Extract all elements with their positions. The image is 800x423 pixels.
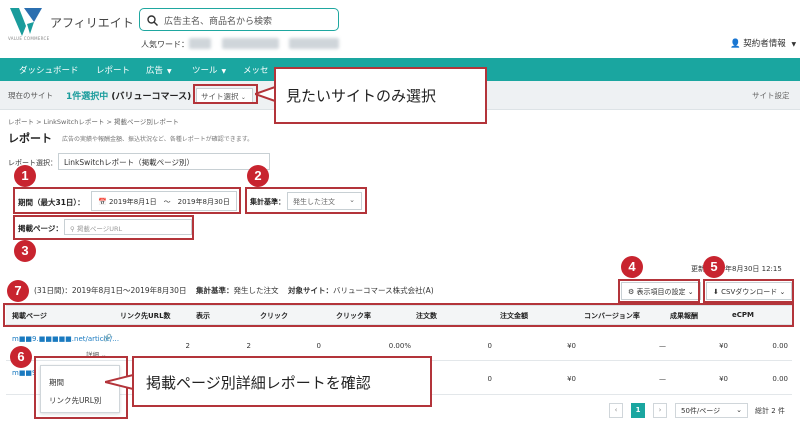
annotation-box-csv — [703, 279, 794, 303]
cell-links: 2 — [185, 342, 190, 350]
nav-ads[interactable]: 広告 ▼ — [146, 64, 172, 76]
report-select-label: レポート選択： — [8, 159, 57, 167]
search-placeholder: 広告主名、商品名から検索 — [164, 17, 273, 27]
cell-reward: ¥0 — [719, 375, 728, 383]
page-title: レポート — [8, 132, 52, 145]
pagination-page-1[interactable]: 1 — [631, 403, 645, 418]
link-icon[interactable]: 🔗 — [103, 334, 112, 342]
cell-ecpm: 0.00 — [772, 375, 788, 383]
pagination-next[interactable]: › — [653, 403, 667, 418]
account-label: 契約者情報 — [743, 39, 786, 49]
chevron-down-icon: ▼ — [791, 41, 797, 48]
badge-1: 1 — [14, 165, 36, 187]
callout-arrow — [105, 374, 134, 390]
page-url-link[interactable]: m■■9 — [12, 369, 37, 377]
cell-orders: 0 — [487, 342, 492, 350]
callout-site-select: 見たいサイトのみ選択 — [274, 67, 487, 124]
nav-dashboard[interactable]: ダッシュボード — [19, 64, 79, 76]
callout-detail: 掲載ページ別詳細レポートを確認 — [132, 356, 432, 407]
cell-ecpm: 0.00 — [772, 342, 788, 350]
badge-2: 2 — [247, 165, 269, 187]
current-site-label: 現在のサイト — [8, 91, 53, 100]
app-title: アフィリエイト — [50, 16, 134, 30]
popular-word-2[interactable] — [222, 38, 279, 49]
cell-reward: ¥0 — [719, 342, 728, 350]
user-icon: 👤 — [730, 39, 741, 49]
popular-word-3[interactable] — [289, 38, 339, 49]
annotation-box-period — [13, 187, 241, 214]
annotation-box-columns — [618, 279, 700, 303]
breadcrumb[interactable]: レポート > LinkSwitchレポート > 掲載ページ別レポート — [8, 116, 179, 126]
annotation-box-table-header — [3, 303, 794, 327]
search-box[interactable]: 広告主名、商品名から検索 — [139, 8, 339, 31]
cell-cvr: — — [659, 375, 666, 383]
cell-amount: ¥0 — [567, 375, 576, 383]
pagination-prev[interactable]: ‹ — [609, 403, 623, 418]
badge-7: 7 — [7, 280, 29, 302]
chevron-down-icon: ▼ — [167, 68, 172, 75]
nav-messages[interactable]: メッセ — [243, 64, 269, 76]
popular-words-label: 人気ワード： — [141, 40, 189, 49]
nav-report[interactable]: レポート — [96, 64, 130, 76]
nav-tools[interactable]: ツール ▼ — [192, 64, 226, 76]
annotation-box-site-select — [193, 84, 258, 104]
popular-word-1[interactable] — [189, 38, 211, 49]
search-icon — [147, 15, 158, 26]
per-page-select[interactable]: 50件/ページ ⌄ — [675, 403, 748, 418]
badge-3: 3 — [14, 240, 36, 262]
chevron-down-icon: ▼ — [221, 68, 227, 75]
valuecommerce-logo[interactable] — [10, 8, 42, 36]
badge-4: 4 — [621, 256, 643, 278]
annotation-box-page — [13, 215, 194, 240]
cell-amount: ¥0 — [567, 342, 576, 350]
total-count: 総計 2 件 — [755, 407, 785, 415]
logo-subtitle: VALUE COMMERCE — [8, 36, 50, 41]
badge-5: 5 — [703, 256, 725, 278]
summary-line: (31日間)：2019年8月1日〜2019年8月30日 集計基準：発生した注文 … — [34, 286, 434, 295]
badge-6: 6 — [10, 346, 32, 368]
report-select[interactable]: LinkSwitchレポート（掲載ページ別） — [58, 153, 270, 170]
account-menu[interactable]: 👤 契約者情報 ▼ — [730, 37, 796, 49]
site-settings-link[interactable]: サイト設定 — [752, 90, 790, 101]
selected-site: 1件選択中 (バリューコマース) — [66, 92, 192, 102]
cell-impressions: 2 — [246, 342, 251, 350]
page-description: 広告の実績や報酬金額、振込状況など、各種レポートが確認できます。 — [62, 136, 254, 143]
cell-orders: 0 — [487, 375, 492, 383]
annotation-box-basis — [245, 187, 367, 214]
cell-clicks: 0 — [316, 342, 321, 350]
cell-cvr: — — [659, 342, 666, 350]
cell-ctr: 0.00% — [388, 342, 411, 350]
callout-arrow — [255, 86, 276, 102]
